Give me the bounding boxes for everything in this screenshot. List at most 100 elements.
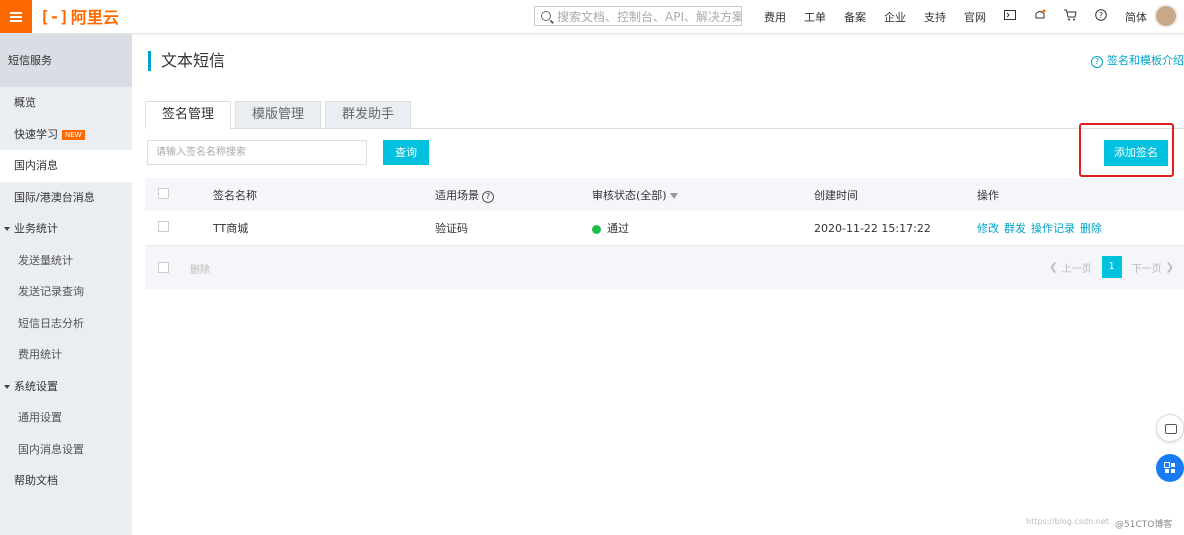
language-switch[interactable]: 简体	[1125, 9, 1147, 25]
header-status[interactable]: 审核状态(全部)	[592, 187, 814, 203]
edit-link[interactable]: 修改	[977, 222, 999, 235]
global-search-input[interactable]: 搜索文档、控制台、API、解决方案	[534, 6, 742, 26]
sidebar-item-overview[interactable]: 概览	[0, 87, 132, 119]
bulk-send-link[interactable]: 群发	[1004, 222, 1026, 235]
nav-tickets[interactable]: 工单	[804, 9, 826, 25]
delete-link[interactable]: 删除	[1080, 222, 1102, 235]
sidebar-item-label: 概览	[14, 96, 36, 109]
search-icon	[541, 11, 551, 21]
signature-template-intro-link[interactable]: ? 签名和模板介绍	[1091, 52, 1184, 68]
batch-delete-button[interactable]: 删除	[190, 261, 210, 276]
sidebar-item-domestic[interactable]: 国内消息	[0, 150, 132, 182]
scene-help-icon[interactable]: ?	[482, 190, 494, 203]
chevron-right-icon[interactable]: ❯	[1166, 262, 1174, 273]
svg-text:?: ?	[1099, 11, 1103, 20]
signature-search-input[interactable]: 请输入签名名称搜索	[147, 140, 367, 165]
sidebar-item-label: 系统设置	[14, 379, 58, 393]
cell-created-time: 2020-11-22 15:17:22	[814, 221, 931, 235]
question-icon: ?	[1091, 56, 1103, 68]
sidebar-item-international[interactable]: 国际/港澳台消息	[0, 182, 132, 214]
header-actions: 操作	[977, 188, 999, 202]
header-scene: 适用场景?	[435, 187, 592, 203]
chevron-left-icon[interactable]: ❮	[1049, 262, 1057, 273]
table-footer: 删除 ❮ 上一页 1 下一页 ❯	[145, 246, 1184, 289]
status-approved-icon	[592, 224, 601, 234]
sidebar-item-label: 发送记录查询	[18, 285, 84, 298]
nav-filing[interactable]: 备案	[844, 9, 866, 25]
tab-template-management[interactable]: 模版管理	[235, 101, 322, 128]
sidebar-group-statistics[interactable]: 业务统计	[0, 213, 132, 245]
sidebar-item-label: 发送量统计	[18, 253, 73, 267]
header-status-label: 审核状态(全部)	[592, 188, 667, 202]
top-bar: [-] 阿里云 搜索文档、控制台、API、解决方案 费用 工单 备案 企业 支持…	[0, 0, 1184, 34]
chat-icon[interactable]	[1156, 414, 1184, 442]
help-link-label: 签名和模板介绍	[1107, 54, 1184, 67]
sidebar-group-settings[interactable]: 系统设置	[0, 371, 132, 403]
terminal-icon[interactable]	[1004, 9, 1016, 24]
sidebar: 短信服务 概览 快速学习 NEW 国内消息 国际/港澳台消息 业务统计 发送量统计…	[0, 34, 132, 535]
watermark-brand: @51CTO博客	[1115, 520, 1173, 530]
sidebar-item-send-records[interactable]: 发送记录查询	[0, 276, 132, 308]
query-button[interactable]: 查询	[383, 140, 429, 165]
sidebar-item-send-volume[interactable]: 发送量统计	[0, 245, 132, 277]
pagination: ❮ 上一页 1 下一页 ❯	[1049, 256, 1174, 278]
bell-icon[interactable]	[1034, 9, 1046, 25]
row-checkbox[interactable]	[158, 221, 169, 232]
tab-bulk-send-assistant[interactable]: 群发助手	[325, 101, 412, 128]
nav-official-site[interactable]: 官网	[964, 9, 986, 25]
cell-status: 通过	[592, 220, 814, 236]
operation-log-link[interactable]: 操作记录	[1031, 222, 1075, 235]
sidebar-item-label: 快速学习	[14, 127, 58, 141]
logo-text: 阿里云	[70, 8, 119, 27]
status-label: 通过	[607, 222, 629, 235]
nav-support[interactable]: 支持	[924, 9, 946, 25]
page-title: 文本短信	[148, 51, 225, 71]
cell-actions: 修改 群发 操作记录 删除	[977, 220, 1177, 236]
prev-page-button[interactable]: 上一页	[1062, 260, 1092, 275]
select-all-checkbox[interactable]	[158, 187, 169, 199]
avatar[interactable]	[1154, 4, 1178, 28]
aliyun-logo[interactable]: [-] 阿里云	[40, 6, 119, 28]
sidebar-item-label: 国际/港澳台消息	[14, 190, 95, 204]
sidebar-item-general-settings[interactable]: 通用设置	[0, 402, 132, 434]
sidebar-item-label: 短信日志分析	[18, 316, 84, 330]
sidebar-item-label: 业务统计	[14, 222, 58, 235]
watermark-url: https://blog.csdn.net	[1026, 517, 1109, 526]
sidebar-item-help-docs[interactable]: 帮助文档	[0, 465, 132, 497]
cart-icon[interactable]	[1064, 9, 1077, 24]
header-signature-name: 签名名称	[213, 188, 257, 202]
main-content: 文本短信 ? 签名和模板介绍 签名管理 模版管理 群发助手 请输入签名名称搜索 查…	[132, 34, 1184, 535]
new-badge: NEW	[62, 129, 85, 140]
cell-scene: 验证码	[435, 222, 468, 235]
apps-icon[interactable]	[1156, 454, 1184, 482]
tab-bar: 签名管理 模版管理 群发助手	[145, 101, 1184, 129]
table-row: TT商城 验证码 通过 2020-11-22 15:17:22 修改 群发 操作记录…	[145, 211, 1184, 246]
signature-table: 签名名称 适用场景? 审核状态(全部) 创建时间 操作 TT商城 验证码 通过 …	[145, 178, 1184, 289]
sidebar-title: 短信服务	[0, 34, 132, 87]
sidebar-item-domestic-settings[interactable]: 国内消息设置	[0, 434, 132, 466]
sidebar-item-log-analysis[interactable]: 短信日志分析	[0, 308, 132, 340]
page-1-button[interactable]: 1	[1101, 256, 1122, 278]
sidebar-item-quick-learn[interactable]: 快速学习 NEW	[0, 119, 132, 151]
header-created-time: 创建时间	[814, 188, 858, 202]
table-header: 签名名称 适用场景? 审核状态(全部) 创建时间 操作	[145, 178, 1184, 211]
tab-signature-management[interactable]: 签名管理	[145, 101, 232, 129]
sidebar-item-label: 国内消息设置	[18, 442, 84, 456]
sidebar-item-label: 帮助文档	[14, 474, 58, 487]
sidebar-item-label: 国内消息	[14, 159, 58, 172]
search-placeholder: 搜索文档、控制台、API、解决方案	[557, 9, 742, 24]
sidebar-item-fee-stats[interactable]: 费用统计	[0, 339, 132, 371]
logo-bracket-icon: [-]	[40, 6, 69, 26]
sidebar-item-label: 费用统计	[18, 348, 62, 361]
nav-fees[interactable]: 费用	[764, 9, 786, 25]
help-icon[interactable]: ?	[1095, 9, 1107, 24]
footer-select-all-checkbox[interactable]	[158, 262, 169, 273]
hamburger-menu-icon[interactable]	[0, 0, 32, 33]
next-page-button[interactable]: 下一页	[1132, 260, 1162, 275]
nav-enterprise[interactable]: 企业	[884, 9, 906, 25]
sidebar-item-label: 通用设置	[18, 411, 62, 424]
filter-icon[interactable]	[669, 192, 678, 199]
highlight-annotation-box	[1079, 123, 1174, 177]
top-nav: 费用 工单 备案 企业 支持 官网 ? 简体	[764, 0, 1165, 33]
header-scene-label: 适用场景	[435, 188, 479, 202]
